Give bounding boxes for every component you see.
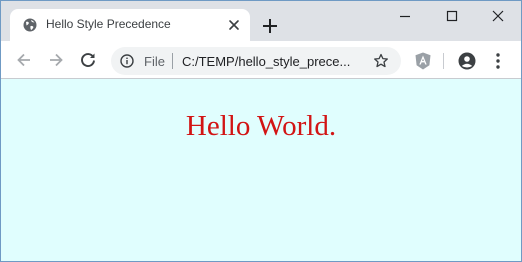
minimize-icon[interactable]: [382, 1, 428, 31]
forward-arrow-icon[interactable]: [46, 50, 66, 70]
star-icon[interactable]: [373, 53, 389, 69]
more-vert-icon[interactable]: [495, 52, 501, 70]
hello-heading: Hello World.: [185, 110, 337, 142]
window-close-icon[interactable]: [475, 1, 521, 31]
page-content: Hello World.: [1, 80, 521, 261]
globe-icon: [23, 18, 37, 32]
back-arrow-icon[interactable]: [14, 50, 34, 70]
profile-icon[interactable]: [458, 52, 476, 70]
tab-close-icon[interactable]: [226, 17, 242, 33]
browser-toolbar: File C:/TEMP/hello_style_prece...: [1, 41, 521, 79]
scheme-label: File: [144, 54, 165, 69]
browser-window: Hello Style Precedence File C:/TEMP/hell…: [0, 0, 522, 262]
new-tab-plus-icon[interactable]: [261, 17, 279, 35]
active-tab[interactable]: Hello Style Precedence: [10, 9, 250, 41]
title-bar: Hello Style Precedence: [1, 1, 521, 41]
tab-title: Hello Style Precedence: [46, 17, 171, 31]
info-icon[interactable]: [120, 54, 134, 68]
url-text[interactable]: C:/TEMP/hello_style_prece...: [182, 54, 350, 69]
maximize-icon[interactable]: [429, 1, 475, 31]
omnibox-divider: [172, 53, 173, 69]
reload-icon[interactable]: [78, 50, 98, 70]
angular-extension-icon[interactable]: [415, 52, 431, 70]
toolbar-divider: [443, 53, 444, 69]
address-bar[interactable]: File C:/TEMP/hello_style_prece...: [111, 47, 401, 75]
